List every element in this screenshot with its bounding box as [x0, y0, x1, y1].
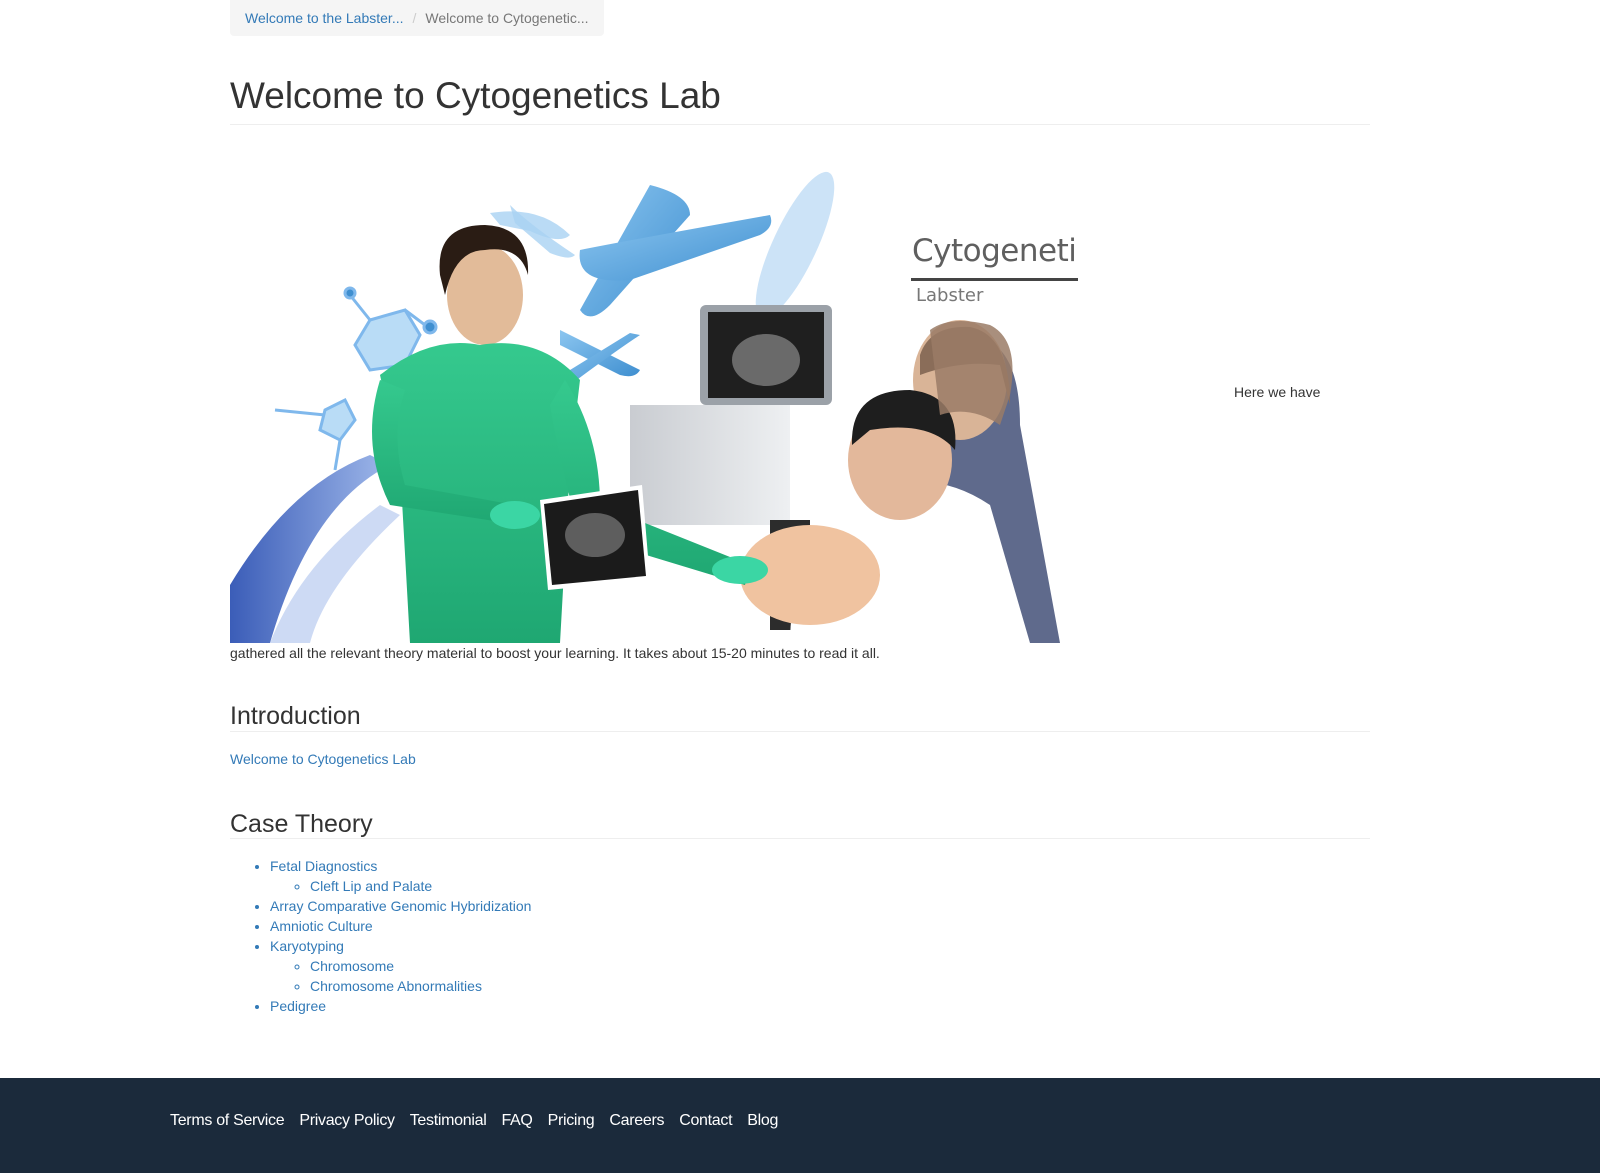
footer-link-testimonial[interactable]: Testimonial — [410, 1112, 487, 1130]
toc-link-amniotic-culture[interactable]: Amniotic Culture — [270, 918, 373, 934]
footer-link-blog[interactable]: Blog — [747, 1112, 778, 1130]
introduction-divider — [230, 731, 1370, 732]
page-title: Welcome to Cytogenetics Lab — [230, 75, 721, 116]
site-footer: Terms of Service Privacy Policy Testimon… — [0, 1078, 1600, 1173]
list-item: Pedigree — [270, 996, 531, 1016]
intro-text-part2: gathered all the relevant theory materia… — [230, 645, 880, 661]
intro-text-part1: Here we have — [1234, 384, 1321, 400]
ultrasound-scan-image — [540, 485, 650, 590]
introduction-heading: Introduction — [230, 702, 361, 730]
blurred-chromosome-shape — [755, 171, 835, 319]
toc-link-chromosome-abnormalities[interactable]: Chromosome Abnormalities — [310, 978, 482, 994]
toc-link-karyotyping[interactable]: Karyotyping — [270, 938, 344, 954]
list-item: Chromosome — [310, 956, 531, 976]
toc-link-cleft-lip[interactable]: Cleft Lip and Palate — [310, 878, 432, 894]
footer-link-contact[interactable]: Contact — [679, 1112, 732, 1130]
toc-link-chromosome[interactable]: Chromosome — [310, 958, 394, 974]
footer-link-terms[interactable]: Terms of Service — [170, 1112, 285, 1130]
sub-list: Chromosome Chromosome Abnormalities — [270, 956, 531, 996]
list-item: Cleft Lip and Palate — [310, 876, 531, 896]
list-item: Fetal Diagnostics Cleft Lip and Palate — [270, 856, 531, 896]
hero-illustration: Cytogenetics Lab Labster — [230, 165, 1078, 643]
toc-link-pedigree[interactable]: Pedigree — [270, 998, 326, 1014]
title-divider — [230, 124, 1370, 125]
toc-link-array-cgh[interactable]: Array Comparative Genomic Hybridization — [270, 898, 531, 914]
hero-subtitle: Labster — [916, 285, 984, 306]
footer-nav: Terms of Service Privacy Policy Testimon… — [170, 1112, 778, 1130]
breadcrumb-separator: / — [412, 10, 417, 26]
case-theory-divider — [230, 838, 1370, 839]
footer-link-privacy[interactable]: Privacy Policy — [299, 1112, 395, 1130]
sub-list: Cleft Lip and Palate — [270, 876, 531, 896]
observer-figure — [930, 321, 1013, 425]
list-item: Chromosome Abnormalities — [310, 976, 531, 996]
footer-link-faq[interactable]: FAQ — [501, 1112, 532, 1130]
list-item: Array Comparative Genomic Hybridization — [270, 896, 531, 916]
hero-title-underline — [911, 278, 1078, 281]
breadcrumb-link-home[interactable]: Welcome to the Labster... — [245, 10, 404, 26]
case-theory-heading: Case Theory — [230, 810, 373, 838]
hero-title: Cytogenetics Lab — [912, 233, 1078, 269]
footer-link-careers[interactable]: Careers — [609, 1112, 664, 1130]
case-theory-list: Fetal Diagnostics Cleft Lip and Palate A… — [230, 856, 531, 1016]
footer-link-pricing[interactable]: Pricing — [548, 1112, 595, 1130]
toc-link-fetal-diagnostics[interactable]: Fetal Diagnostics — [270, 858, 377, 874]
introduction-link[interactable]: Welcome to Cytogenetics Lab — [230, 751, 416, 767]
list-item: Karyotyping Chromosome Chromosome Abnorm… — [270, 936, 531, 996]
list-item: Amniotic Culture — [270, 916, 531, 936]
breadcrumb-current: Welcome to Cytogenetic... — [425, 10, 589, 26]
breadcrumb: Welcome to the Labster... / Welcome to C… — [230, 0, 604, 36]
